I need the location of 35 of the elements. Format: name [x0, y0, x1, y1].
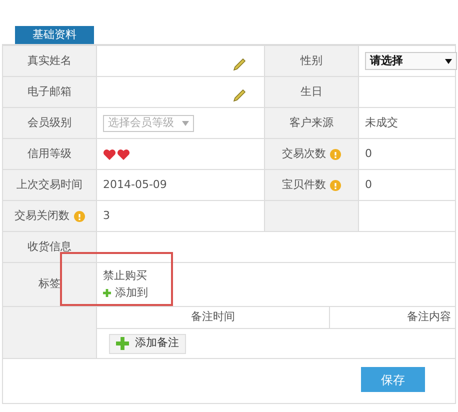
field-value: 2014-05-09 — [103, 176, 167, 193]
field-value: 0 — [365, 176, 372, 193]
field-label: 信用等级 — [28, 146, 72, 162]
field-label: 交易关闭数 — [14, 208, 70, 224]
field-value: 0 — [365, 146, 372, 162]
help-icon[interactable] — [74, 210, 84, 222]
plus-icon — [116, 337, 129, 350]
caret-icon — [182, 120, 189, 126]
field-label: 客户来源 — [290, 114, 334, 131]
pencil-icon[interactable] — [232, 89, 246, 103]
help-icon[interactable] — [330, 148, 341, 160]
field-label: 真实姓名 — [28, 52, 72, 69]
field-label: 性别 — [300, 52, 322, 69]
field-label: 标签 — [38, 276, 60, 292]
field-label: 会员级别 — [28, 114, 72, 131]
field-label: 交易次数 — [282, 146, 326, 162]
field-label: 上次交易时间 — [16, 176, 82, 193]
help-icon[interactable] — [330, 180, 341, 190]
field-label: 宝贝件数 — [282, 176, 326, 193]
field-value: 3 — [103, 208, 110, 224]
select-field[interactable]: 请选择 — [365, 52, 457, 70]
field-label: 生日 — [300, 84, 322, 100]
pencil-icon[interactable] — [232, 58, 246, 72]
tab[interactable]: 基础资料 — [15, 26, 94, 44]
column-header: 备注时间 — [97, 307, 330, 328]
plus-icon — [103, 288, 111, 297]
field-label: 收货信息 — [28, 238, 72, 255]
caret-icon — [445, 58, 452, 64]
field-label: 电子邮箱 — [28, 84, 72, 100]
column-header: 备注内容 — [407, 309, 451, 326]
two-hearts-icon — [103, 148, 130, 160]
add-to-link[interactable]: 添加到 — [103, 284, 148, 301]
add-remark-button[interactable]: 添加备注 — [109, 334, 186, 354]
field-value: 未成交 — [365, 114, 398, 131]
tag-text: 禁止购买 — [103, 268, 148, 284]
